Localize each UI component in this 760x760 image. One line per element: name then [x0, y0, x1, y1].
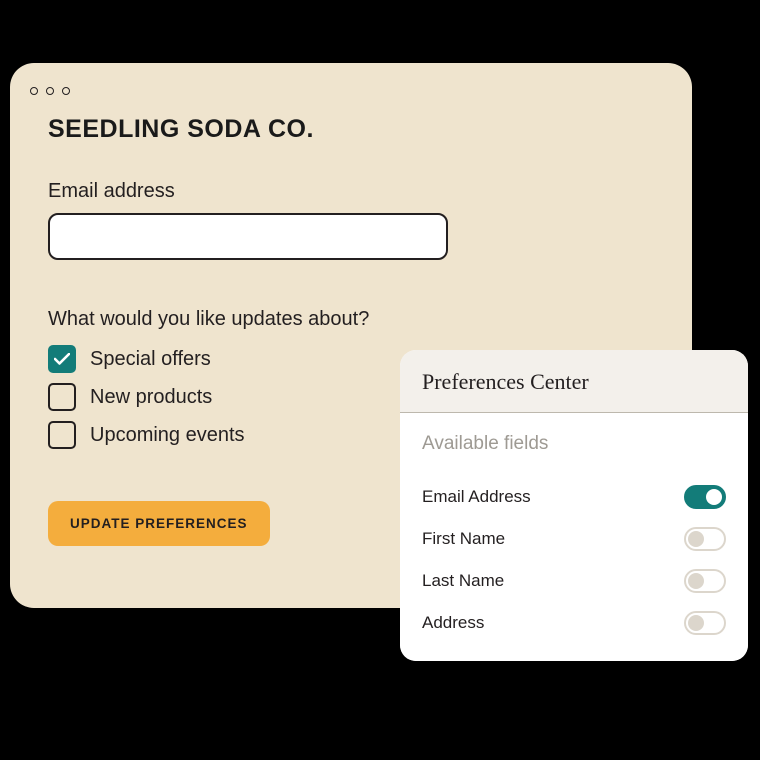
toggle-on-icon[interactable] [684, 485, 726, 509]
field-row-last-name: Last Name [422, 569, 726, 593]
window-control-dot[interactable] [46, 87, 54, 95]
field-row-first-name: First Name [422, 527, 726, 551]
field-label: First Name [422, 529, 505, 549]
toggle-off-icon[interactable] [684, 569, 726, 593]
preferences-center-header: Preferences Center [400, 350, 748, 413]
checkbox-checked-icon [48, 345, 76, 373]
window-controls [30, 87, 654, 95]
preferences-center-title: Preferences Center [422, 369, 726, 395]
available-fields-label: Available fields [422, 433, 726, 455]
checkbox-label: Upcoming events [90, 424, 245, 447]
checkbox-label: Special offers [90, 348, 211, 371]
field-label: Last Name [422, 571, 504, 591]
email-input[interactable] [48, 213, 448, 260]
toggle-off-icon[interactable] [684, 527, 726, 551]
checkbox-label: New products [90, 386, 212, 409]
field-label: Email Address [422, 487, 531, 507]
field-label: Address [422, 613, 484, 633]
window-control-dot[interactable] [30, 87, 38, 95]
preferences-center-body: Available fields Email Address First Nam… [400, 413, 748, 661]
email-label: Email address [48, 180, 654, 203]
preferences-center-panel: Preferences Center Available fields Emai… [400, 350, 748, 661]
toggle-off-icon[interactable] [684, 611, 726, 635]
field-row-email-address: Email Address [422, 485, 726, 509]
brand-title: SEEDLING SODA CO. [48, 115, 654, 144]
field-row-address: Address [422, 611, 726, 635]
updates-heading: What would you like updates about? [48, 308, 654, 331]
checkbox-empty-icon [48, 421, 76, 449]
checkbox-empty-icon [48, 383, 76, 411]
window-control-dot[interactable] [62, 87, 70, 95]
update-preferences-button[interactable]: UPDATE PREFERENCES [48, 501, 270, 546]
